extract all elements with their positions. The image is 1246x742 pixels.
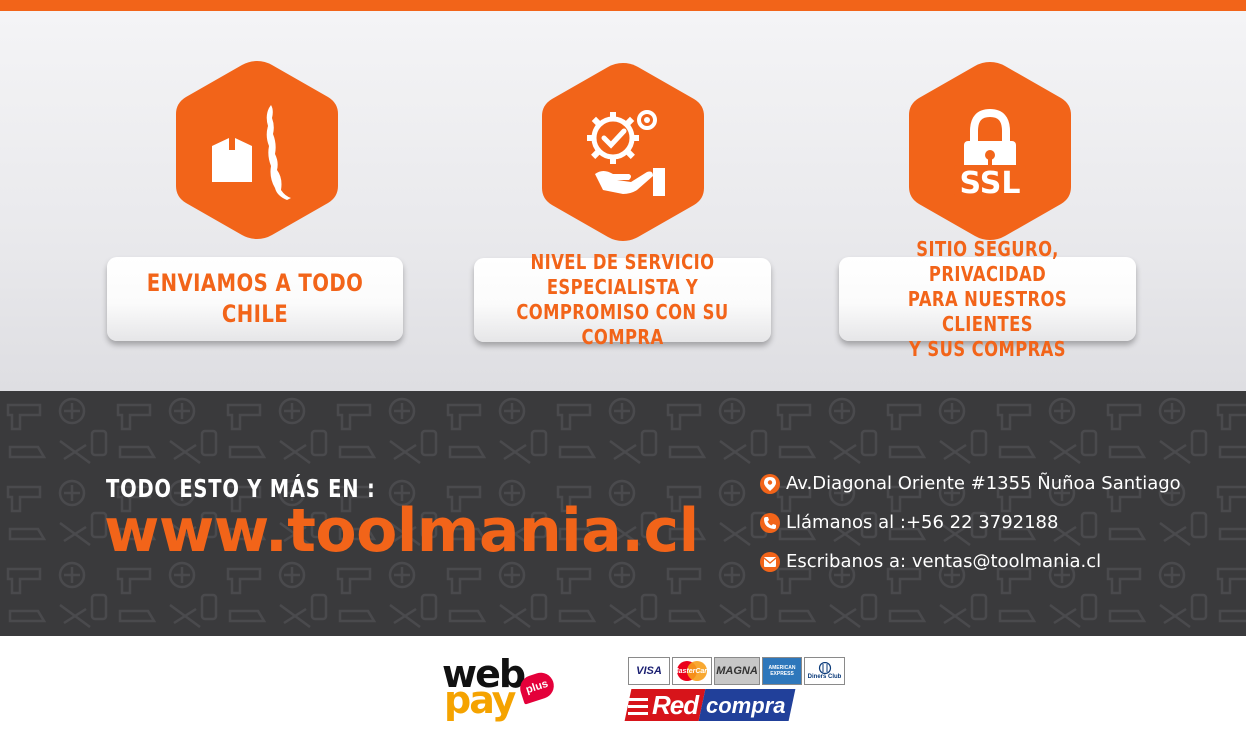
- visa-logo: VISA: [628, 657, 670, 685]
- phone-icon: [760, 512, 780, 533]
- feature-hexagon-security: SSL: [905, 58, 1075, 244]
- contact-phone: Llámanos al :+56 22 3792188: [760, 512, 1058, 533]
- service-gear-hand-icon: [587, 110, 665, 196]
- contact-address: Av.Diagonal Oriente #1355 Ñuñoa Santiago: [760, 473, 1181, 494]
- phone-text[interactable]: Llámanos al :+56 22 3792188: [786, 512, 1058, 533]
- feature-hexagon-shipping: [172, 57, 342, 243]
- magna-logo: MAGNA: [714, 657, 760, 685]
- redcompra-logo: Red compra: [624, 688, 796, 722]
- feature-hexagon-service: [538, 59, 708, 245]
- diners-club-logo: Diners Club: [804, 657, 845, 685]
- feature-card-security: SITIO SEGURO, PRIVACIDAD PARA NUESTROS C…: [839, 237, 1136, 361]
- website-link[interactable]: www.toolmania.cl: [104, 496, 699, 566]
- feature-label-service: NIVEL DE SERVICIO ESPECIALISTA Y COMPROM…: [516, 250, 729, 349]
- feature-card-shipping: ENVIAMOS A TODO CHILE: [107, 257, 403, 341]
- feature-card-service: NIVEL DE SERVICIO ESPECIALISTA Y COMPROM…: [474, 250, 771, 349]
- location-pin-icon: [760, 473, 780, 494]
- payments-section: [0, 636, 1246, 742]
- ssl-lock-icon: SSL: [954, 108, 1026, 201]
- feature-label-security: SITIO SEGURO, PRIVACIDAD PARA NUESTROS C…: [907, 236, 1068, 361]
- amex-logo: AMERICAN EXPRESS: [762, 657, 802, 685]
- card-brands-strip: VISA MasterCard MAGNA AMERICAN EXPRESS D…: [628, 657, 847, 685]
- email-text[interactable]: Escribanos a: ventas@toolmania.cl: [786, 551, 1101, 572]
- webpay-plus-logo: web pay plus: [440, 652, 558, 722]
- contact-email: Escribanos a: ventas@toolmania.cl: [760, 551, 1101, 572]
- ssl-text: SSL: [960, 166, 1021, 201]
- feature-label-shipping: ENVIAMOS A TODO CHILE: [146, 268, 364, 328]
- mastercard-logo: MasterCard: [672, 657, 712, 685]
- address-text: Av.Diagonal Oriente #1355 Ñuñoa Santiago: [786, 473, 1181, 494]
- chile-box-icon: [212, 105, 291, 200]
- top-accent-bar: [0, 0, 1246, 11]
- email-icon: [760, 551, 780, 572]
